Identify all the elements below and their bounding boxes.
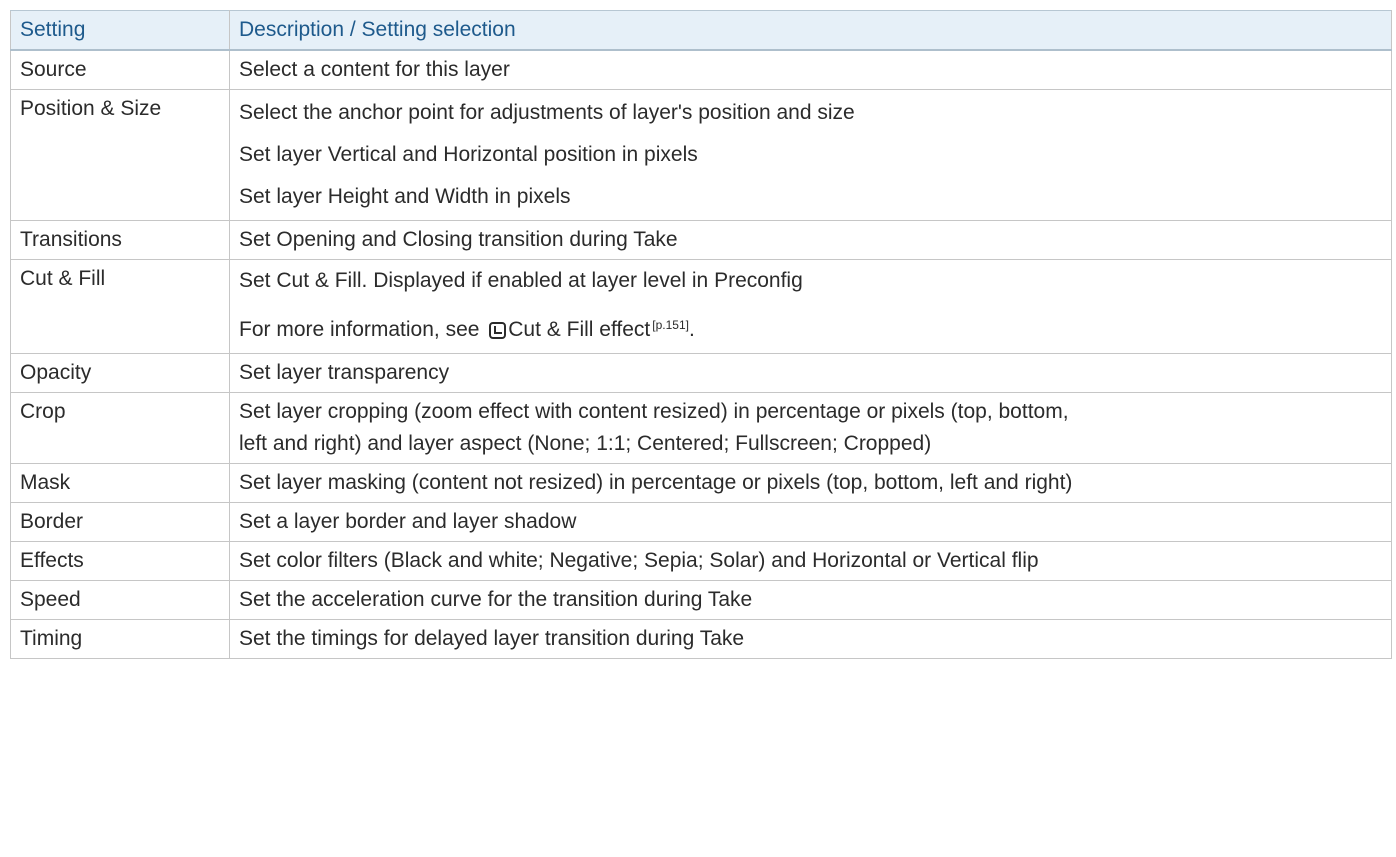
table-row: Timing Set the timings for delayed layer… xyxy=(10,619,1392,659)
header-setting: Setting xyxy=(10,10,230,51)
setting-cell: Crop xyxy=(10,392,230,464)
description-line: Set the timings for delayed layer transi… xyxy=(239,627,745,650)
setting-cell: Cut & Fill xyxy=(10,259,230,354)
table-row: Cut & Fill Set Cut & Fill. Displayed if … xyxy=(10,259,1392,354)
header-description: Description / Setting selection xyxy=(229,10,1392,51)
setting-cell: Mask xyxy=(10,463,230,503)
setting-cell: Transitions xyxy=(10,220,230,260)
description-line: Set layer masking (content not resized) … xyxy=(239,471,1073,494)
setting-cell: Position & Size xyxy=(10,89,230,221)
description-cell: Set Opening and Closing transition durin… xyxy=(229,220,1392,260)
table-body: Source Select a content for this layer P… xyxy=(10,49,1392,659)
description-cell: Set color filters (Black and white; Nega… xyxy=(229,541,1392,581)
table-row: Opacity Set layer transparency xyxy=(10,353,1392,393)
table-row: Border Set a layer border and layer shad… xyxy=(10,502,1392,542)
table-row: Effects Set color filters (Black and whi… xyxy=(10,541,1392,581)
cut-fill-effect-link[interactable]: Cut & Fill effect xyxy=(508,318,650,341)
table-row: Crop Set layer cropping (zoom effect wit… xyxy=(10,392,1392,464)
description-cell: Set Cut & Fill. Displayed if enabled at … xyxy=(229,259,1392,354)
table-row: Transitions Set Opening and Closing tran… xyxy=(10,220,1392,260)
setting-cell: Border xyxy=(10,502,230,542)
setting-cell: Source xyxy=(10,49,230,90)
description-cell: Set layer masking (content not resized) … xyxy=(229,463,1392,503)
settings-table: Setting Description / Setting selection … xyxy=(10,10,1392,659)
header-row: Setting Description / Setting selection xyxy=(10,10,1392,51)
reference-suffix: . xyxy=(688,318,695,341)
description-cell: Select a content for this layer xyxy=(229,49,1392,90)
description-line: Select the anchor point for adjustments … xyxy=(239,101,855,124)
description-cell: Set the timings for delayed layer transi… xyxy=(229,619,1392,659)
description-line: Set layer Vertical and Horizontal positi… xyxy=(239,143,698,166)
setting-cell: Timing xyxy=(10,619,230,659)
description-line: Set the acceleration curve for the trans… xyxy=(239,588,753,611)
description-cell: Set a layer border and layer shadow xyxy=(229,502,1392,542)
setting-cell: Effects xyxy=(10,541,230,581)
setting-cell: Opacity xyxy=(10,353,230,393)
description-cell: Set the acceleration curve for the trans… xyxy=(229,580,1392,620)
description-line: Set layer Height and Width in pixels xyxy=(239,185,571,208)
reference-line: For more information, see Cut & Fill eff… xyxy=(239,306,1382,349)
description-cell: Set layer cropping (zoom effect with con… xyxy=(229,392,1392,464)
description-line: Set Opening and Closing transition durin… xyxy=(239,228,678,251)
description-line: Set layer cropping (zoom effect with con… xyxy=(239,400,1069,423)
table-row: Position & Size Select the anchor point … xyxy=(10,89,1392,221)
description-line: Set Cut & Fill. Displayed if enabled at … xyxy=(239,269,803,292)
table-row: Speed Set the acceleration curve for the… xyxy=(10,580,1392,620)
reference-prefix: For more information, see xyxy=(239,318,486,341)
setting-cell: Speed xyxy=(10,580,230,620)
description-line: Select a content for this layer xyxy=(239,58,510,81)
description-line: Set layer transparency xyxy=(239,361,450,384)
description-line: left and right) and layer aspect (None; … xyxy=(239,432,932,455)
description-cell: Select the anchor point for adjustments … xyxy=(229,89,1392,221)
page-reference[interactable]: [p.151] xyxy=(652,318,689,332)
link-arrow-icon xyxy=(489,322,507,339)
description-line: Set a layer border and layer shadow xyxy=(239,510,577,533)
table-header: Setting Description / Setting selection xyxy=(10,10,1392,51)
description-line: Set color filters (Black and white; Nega… xyxy=(239,549,1039,572)
description-cell: Set layer transparency xyxy=(229,353,1392,393)
table-row: Mask Set layer masking (content not resi… xyxy=(10,463,1392,503)
table-row: Source Select a content for this layer xyxy=(10,49,1392,90)
